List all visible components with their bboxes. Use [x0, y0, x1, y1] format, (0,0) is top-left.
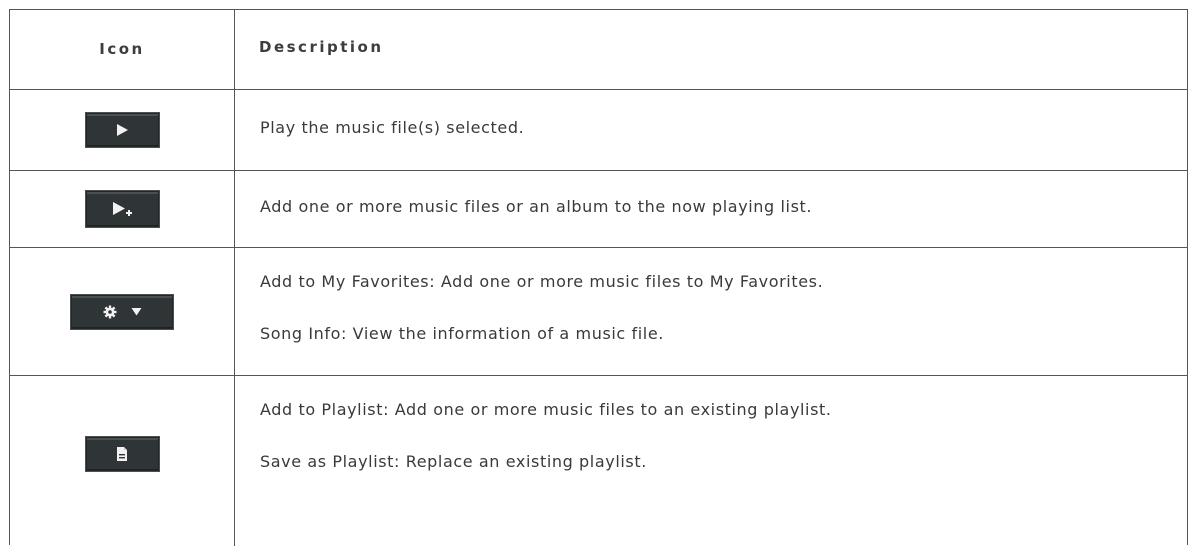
description-cell: Add to My Favorites: Add one or more mus…	[235, 248, 1187, 375]
table-row: Play the music file(s) selected.	[10, 90, 1187, 171]
play-icon	[115, 123, 129, 137]
icon-description-table: Icon Description Play the music file(s) …	[9, 9, 1188, 546]
add-to-now-playing-button	[84, 190, 160, 228]
description-column-header-cell: Description	[235, 10, 1187, 89]
description-column-header: Description	[259, 38, 384, 56]
description-text: Save as Playlist: Replace an existing pl…	[260, 452, 647, 471]
play-button	[84, 112, 160, 148]
icon-column-header-cell: Icon	[10, 10, 235, 89]
icon-column-header: Icon	[99, 39, 145, 58]
playlist-document-icon	[115, 446, 129, 462]
icon-cell	[10, 90, 235, 170]
description-text: Play the music file(s) selected.	[260, 118, 525, 137]
description-text: Song Info: View the information of a mus…	[260, 324, 664, 343]
gear-icon	[103, 305, 117, 319]
table-row: Add to Playlist: Add one or more music f…	[10, 376, 1187, 546]
table-row: Add to My Favorites: Add one or more mus…	[10, 248, 1187, 376]
description-cell: Add one or more music files or an album …	[235, 171, 1187, 247]
description-text: Add to My Favorites: Add one or more mus…	[260, 272, 824, 291]
description-cell: Add to Playlist: Add one or more music f…	[235, 376, 1187, 546]
table-row: Add one or more music files or an album …	[10, 171, 1187, 248]
more-options-button	[70, 293, 174, 330]
icon-cell	[10, 171, 235, 247]
description-text: Add one or more music files or an album …	[260, 197, 813, 216]
description-cell: Play the music file(s) selected.	[235, 90, 1187, 170]
icon-cell	[10, 376, 235, 546]
play-add-icon	[111, 201, 133, 217]
playlist-button	[84, 436, 160, 472]
description-text: Add to Playlist: Add one or more music f…	[260, 400, 832, 419]
table-header-row: Icon Description	[10, 10, 1187, 90]
icon-cell	[10, 248, 235, 375]
chevron-down-icon	[131, 307, 142, 316]
